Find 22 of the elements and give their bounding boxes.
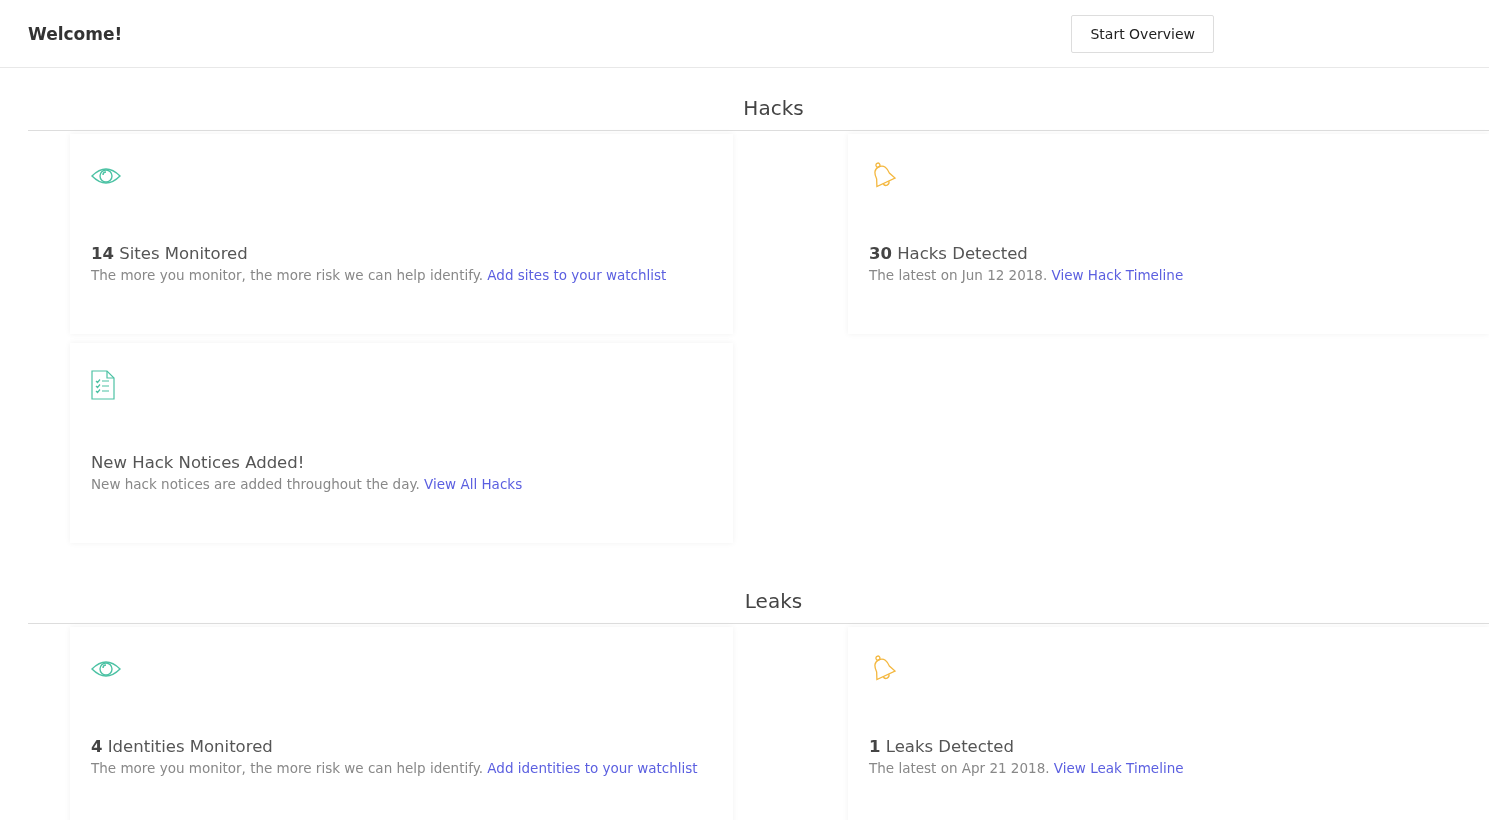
start-overview-button[interactable]: Start Overview — [1071, 14, 1214, 53]
page-title: Welcome! — [28, 23, 124, 44]
card-link[interactable]: View All Hacks — [424, 476, 523, 492]
card-description: New hack notices are added throughout the day. View All Hacks — [91, 476, 524, 492]
eye-icon — [91, 166, 121, 186]
card-title: New Hack Notices Added! — [91, 453, 306, 472]
section-title: Hacks — [28, 96, 1489, 131]
checklist-icon — [91, 370, 115, 400]
section-title: Leaks — [28, 589, 1489, 624]
card-description: The latest on Apr 21 2018. View Leak Timeline — [869, 760, 1185, 776]
eye-icon — [91, 659, 121, 679]
card-title: 30 Hacks Detected — [869, 244, 1029, 263]
card-description: The latest on Jun 12 2018. View Hack Timeline — [869, 267, 1185, 283]
card-title: 4 Identities Monitored — [91, 737, 274, 756]
card-link[interactable]: Add sites to your watchlist — [487, 267, 667, 283]
card-title: 1 Leaks Detected — [869, 737, 1015, 756]
card-link[interactable]: View Hack Timeline — [1051, 267, 1184, 283]
card-title: 14 Sites Monitored — [91, 244, 249, 263]
card-description: The more you monitor, the more risk we can help identify. Add identities to your watchlist — [91, 760, 699, 776]
card-link[interactable]: View Leak Timeline — [1053, 760, 1184, 776]
card-link[interactable]: Add identities to your watchlist — [487, 760, 698, 776]
card-description: The more you monitor, the more risk we can help identify. Add sites to your watchlist — [91, 267, 668, 283]
